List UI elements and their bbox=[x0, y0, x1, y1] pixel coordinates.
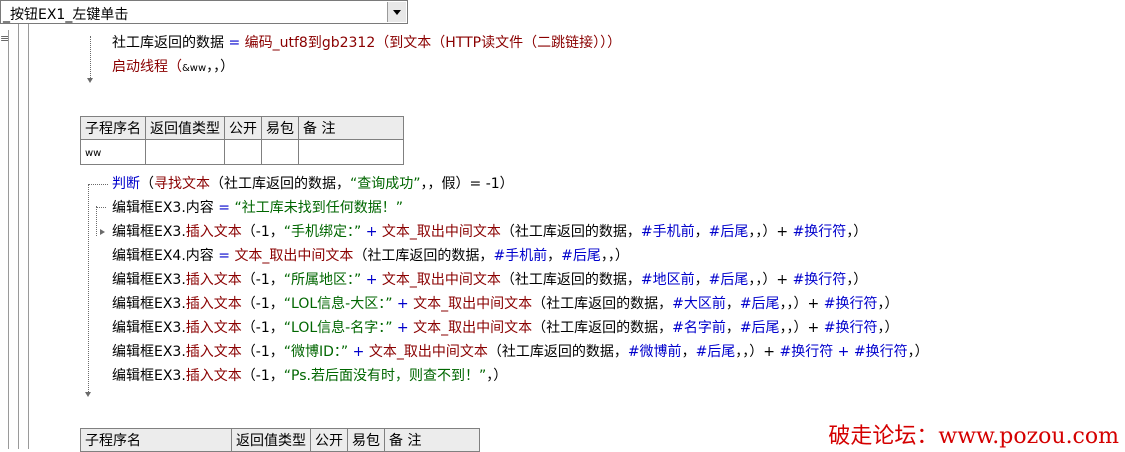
col-header-remark: 备 注 bbox=[298, 116, 404, 140]
code-line-1[interactable]: 社工库返回的数据 = 编码_utf8到gb2312（到文本（HTTP读文件（二跳… bbox=[112, 34, 621, 52]
code-line-5[interactable]: 编辑框EX4.内容 = 文本_取出中间文本（社工库返回的数据，#手机前，#后尾，… bbox=[112, 247, 629, 265]
code-line-2[interactable]: 启动线程（&ww，，） bbox=[112, 58, 234, 78]
margin-line-outer bbox=[18, 24, 19, 449]
editor-gutter: ≡ bbox=[0, 30, 18, 449]
gutter-divider bbox=[8, 30, 9, 449]
arrow-right-icon bbox=[100, 229, 105, 235]
tree-hook bbox=[96, 207, 106, 208]
col-header-name: 子程序名 bbox=[80, 428, 232, 452]
code-line-3[interactable]: 编辑框EX3.内容 = “社工库未找到任何数据！” bbox=[112, 199, 403, 217]
tree-line-branch bbox=[96, 206, 97, 236]
editor-top-band bbox=[0, 24, 1125, 30]
col-header-public: 公开 bbox=[224, 116, 262, 140]
code-line-if[interactable]: 判断（寻找文本（社工库返回的数据，“查询成功”，，假）= -1） bbox=[112, 175, 514, 193]
chevron-down-icon[interactable] bbox=[387, 2, 406, 22]
subroutine-table: 子程序名 返回值类型 公开 易包 备 注 ww bbox=[80, 116, 404, 165]
cell-easy-pack[interactable] bbox=[261, 139, 299, 165]
code-line-8[interactable]: 编辑框EX3.插入文本（-1，“LOL信息-名字：” + 文本_取出中间文本（社… bbox=[112, 319, 898, 337]
cell-public[interactable] bbox=[224, 139, 262, 165]
col-header-name: 子程序名 bbox=[80, 116, 146, 140]
col-header-public: 公开 bbox=[310, 428, 348, 452]
code-line-9[interactable]: 编辑框EX3.插入文本（-1，“微博ID：” + 文本_取出中间文本（社工库返回… bbox=[112, 343, 929, 361]
col-header-remark: 备 注 bbox=[384, 428, 480, 452]
tree-line bbox=[90, 36, 91, 80]
arrow-down-icon bbox=[87, 78, 93, 83]
cell-remark[interactable] bbox=[298, 139, 404, 165]
code-line-10[interactable]: 编辑框EX3.插入文本（-1，“Ps.若后面没有时，则查不到！”，） bbox=[112, 367, 507, 385]
col-header-return-type: 返回值类型 bbox=[231, 428, 311, 452]
subroutine-selector-value: _按钮EX1_左键单击 bbox=[3, 7, 129, 23]
subroutine-table-2: 子程序名 返回值类型 公开 易包 备 注 bbox=[80, 428, 480, 452]
code-line-7[interactable]: 编辑框EX3.插入文本（-1，“LOL信息-大区：” + 文本_取出中间文本（社… bbox=[112, 295, 898, 313]
col-header-return-type: 返回值类型 bbox=[145, 116, 225, 140]
margin-line-inner bbox=[28, 24, 29, 449]
tree-hook bbox=[88, 184, 108, 185]
code-line-4[interactable]: 编辑框EX3.插入文本（-1，“手机绑定：” + 文本_取出中间文本（社工库返回… bbox=[112, 223, 867, 241]
code-line-6[interactable]: 编辑框EX3.插入文本（-1，“所属地区：” + 文本_取出中间文本（社工库返回… bbox=[112, 271, 867, 289]
cell-subroutine-name[interactable]: ww bbox=[80, 139, 146, 165]
col-header-easy-pack: 易包 bbox=[347, 428, 385, 452]
forum-watermark: 破走论坛：www.pozou.com bbox=[828, 418, 1119, 450]
subroutine-selector[interactable]: _按钮EX1_左键单击 bbox=[0, 0, 408, 24]
col-header-easy-pack: 易包 bbox=[261, 116, 299, 140]
tree-line-main bbox=[88, 184, 89, 394]
cell-return-type[interactable] bbox=[145, 139, 225, 165]
arrow-down-icon bbox=[85, 392, 91, 397]
